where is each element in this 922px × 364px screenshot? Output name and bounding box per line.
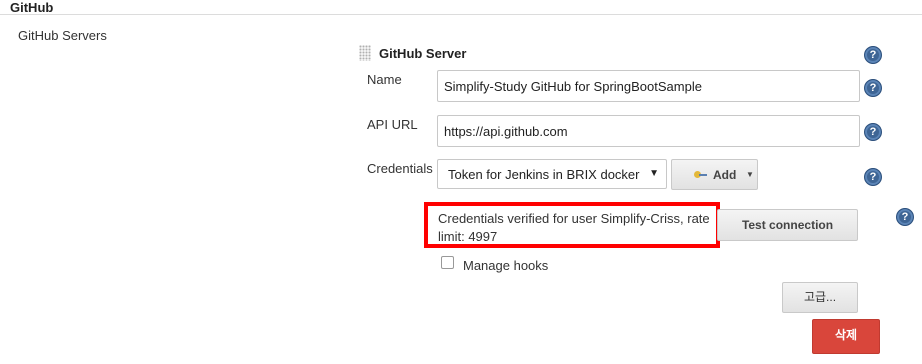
credentials-select[interactable]: Token for Jenkins in BRIX docker ▼ — [437, 159, 667, 189]
name-label: Name — [367, 72, 402, 87]
name-input[interactable] — [437, 70, 860, 102]
help-icon[interactable]: ? — [864, 46, 882, 64]
help-icon[interactable]: ? — [864, 123, 882, 141]
drag-handle-icon[interactable] — [359, 45, 371, 61]
credentials-selected-value: Token for Jenkins in BRIX docker — [448, 167, 640, 182]
help-icon[interactable]: ? — [864, 79, 882, 97]
caret-down-icon: ▼ — [746, 170, 754, 179]
verification-message: Credentials verified for user Simplify-C… — [438, 211, 710, 244]
add-credentials-button[interactable]: Add ▼ — [671, 159, 758, 190]
help-icon[interactable]: ? — [896, 208, 914, 226]
advanced-button[interactable]: 고급... — [782, 282, 858, 313]
manage-hooks-checkbox[interactable] — [441, 256, 454, 269]
api-url-input[interactable] — [437, 115, 860, 147]
delete-button[interactable]: 삭제 — [812, 319, 880, 354]
key-icon — [694, 171, 707, 178]
help-icon[interactable]: ? — [864, 168, 882, 186]
api-url-label: API URL — [367, 117, 418, 132]
test-connection-button[interactable]: Test connection — [717, 209, 858, 241]
dropdown-arrow-icon: ▼ — [649, 168, 659, 179]
section-title: GitHub — [10, 0, 54, 15]
manage-hooks-label: Manage hooks — [463, 258, 549, 273]
section-divider — [0, 14, 922, 15]
credentials-label: Credentials — [367, 161, 433, 176]
add-button-label: Add — [713, 168, 737, 182]
github-server-title: GitHub Server — [379, 46, 467, 61]
github-servers-label: GitHub Servers — [18, 28, 107, 43]
